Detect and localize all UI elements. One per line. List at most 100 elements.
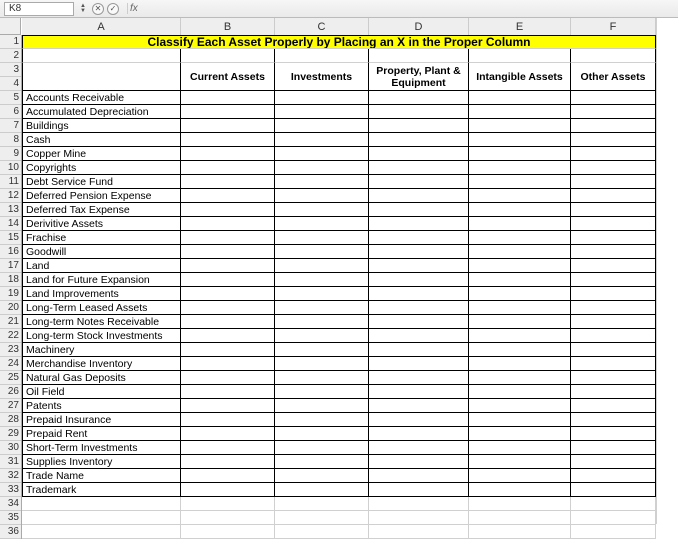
asset-label[interactable]: Buildings xyxy=(22,119,181,133)
cell-F11[interactable] xyxy=(571,175,656,189)
row-header-6[interactable]: 6 xyxy=(0,105,21,119)
cell-F30[interactable] xyxy=(571,441,656,455)
row-header-3[interactable]: 3 xyxy=(0,63,21,77)
cell-B35[interactable] xyxy=(181,511,275,525)
cell-D8[interactable] xyxy=(369,133,469,147)
cell-F15[interactable] xyxy=(571,231,656,245)
row-header-4[interactable]: 4 xyxy=(0,77,21,91)
asset-label[interactable]: Trademark xyxy=(22,483,181,497)
row-header-34[interactable]: 34 xyxy=(0,497,21,511)
cell-C15[interactable] xyxy=(275,231,369,245)
cell-B33[interactable] xyxy=(181,483,275,497)
cell-A2[interactable] xyxy=(22,49,181,63)
cell-C31[interactable] xyxy=(275,455,369,469)
asset-label[interactable]: Long-term Stock Investments xyxy=(22,329,181,343)
cell-F16[interactable] xyxy=(571,245,656,259)
cell-C32[interactable] xyxy=(275,469,369,483)
cell-B27[interactable] xyxy=(181,399,275,413)
row-header-18[interactable]: 18 xyxy=(0,273,21,287)
cell-D14[interactable] xyxy=(369,217,469,231)
cell-C9[interactable] xyxy=(275,147,369,161)
row-header-15[interactable]: 15 xyxy=(0,231,21,245)
select-all-corner[interactable] xyxy=(0,18,21,35)
cell-F7[interactable] xyxy=(571,119,656,133)
cell-D30[interactable] xyxy=(369,441,469,455)
cell-F5[interactable] xyxy=(571,91,656,105)
cell-C34[interactable] xyxy=(275,497,369,511)
cell-B13[interactable] xyxy=(181,203,275,217)
fx-label[interactable]: fx xyxy=(127,3,138,14)
cell-D35[interactable] xyxy=(369,511,469,525)
asset-label[interactable]: Long-term Notes Receivable xyxy=(22,315,181,329)
cell-A35[interactable] xyxy=(22,511,181,525)
col-header-B[interactable]: B xyxy=(181,18,275,35)
cell-E24[interactable] xyxy=(469,357,571,371)
cell-E17[interactable] xyxy=(469,259,571,273)
cell-D7[interactable] xyxy=(369,119,469,133)
asset-label[interactable]: Oil Field xyxy=(22,385,181,399)
cell-C10[interactable] xyxy=(275,161,369,175)
cell-D36[interactable] xyxy=(369,525,469,539)
cell-C2[interactable] xyxy=(275,49,369,63)
title-cell[interactable]: Classify Each Asset Properly by Placing … xyxy=(22,35,656,49)
cell-F23[interactable] xyxy=(571,343,656,357)
cell-D9[interactable] xyxy=(369,147,469,161)
cell-E12[interactable] xyxy=(469,189,571,203)
row-header-1[interactable]: 1 xyxy=(0,35,21,49)
cell-E11[interactable] xyxy=(469,175,571,189)
cell-C8[interactable] xyxy=(275,133,369,147)
cell-C25[interactable] xyxy=(275,371,369,385)
cell-C18[interactable] xyxy=(275,273,369,287)
cell-D18[interactable] xyxy=(369,273,469,287)
asset-label[interactable]: Land for Future Expansion xyxy=(22,273,181,287)
cell-F9[interactable] xyxy=(571,147,656,161)
cell-D11[interactable] xyxy=(369,175,469,189)
cell-B8[interactable] xyxy=(181,133,275,147)
cell-E15[interactable] xyxy=(469,231,571,245)
row-header-31[interactable]: 31 xyxy=(0,455,21,469)
asset-label[interactable]: Long-Term Leased Assets xyxy=(22,301,181,315)
cell-F24[interactable] xyxy=(571,357,656,371)
asset-label[interactable]: Deferred Pension Expense xyxy=(22,189,181,203)
cell-D26[interactable] xyxy=(369,385,469,399)
name-box[interactable]: K8 xyxy=(4,2,74,16)
cell-E21[interactable] xyxy=(469,315,571,329)
header-property-plant-equipment[interactable]: Property, Plant & Equipment xyxy=(369,63,469,91)
cell-F32[interactable] xyxy=(571,469,656,483)
cell-B36[interactable] xyxy=(181,525,275,539)
cell-F29[interactable] xyxy=(571,427,656,441)
cell-E30[interactable] xyxy=(469,441,571,455)
cell-E13[interactable] xyxy=(469,203,571,217)
row-header-5[interactable]: 5 xyxy=(0,91,21,105)
cell-E29[interactable] xyxy=(469,427,571,441)
cell-F13[interactable] xyxy=(571,203,656,217)
asset-label[interactable]: Trade Name xyxy=(22,469,181,483)
col-header-D[interactable]: D xyxy=(369,18,469,35)
cell-B21[interactable] xyxy=(181,315,275,329)
asset-label[interactable]: Prepaid Insurance xyxy=(22,413,181,427)
cell-B6[interactable] xyxy=(181,105,275,119)
cell-C14[interactable] xyxy=(275,217,369,231)
cell-D34[interactable] xyxy=(369,497,469,511)
row-header-36[interactable]: 36 xyxy=(0,525,21,539)
cell-F8[interactable] xyxy=(571,133,656,147)
cell-B15[interactable] xyxy=(181,231,275,245)
cell-B24[interactable] xyxy=(181,357,275,371)
row-header-21[interactable]: 21 xyxy=(0,315,21,329)
cell-E34[interactable] xyxy=(469,497,571,511)
header-investments[interactable]: Investments xyxy=(275,63,369,91)
cell-F21[interactable] xyxy=(571,315,656,329)
row-header-19[interactable]: 19 xyxy=(0,287,21,301)
cell-F18[interactable] xyxy=(571,273,656,287)
cell-D23[interactable] xyxy=(369,343,469,357)
cell-D6[interactable] xyxy=(369,105,469,119)
cell-D19[interactable] xyxy=(369,287,469,301)
cell-B23[interactable] xyxy=(181,343,275,357)
cell-E7[interactable] xyxy=(469,119,571,133)
cell-D28[interactable] xyxy=(369,413,469,427)
col-header-E[interactable]: E xyxy=(469,18,571,35)
row-header-26[interactable]: 26 xyxy=(0,385,21,399)
cell-C20[interactable] xyxy=(275,301,369,315)
name-box-dropdown-icon[interactable]: ▲▼ xyxy=(80,4,86,14)
asset-label[interactable]: Land Improvements xyxy=(22,287,181,301)
